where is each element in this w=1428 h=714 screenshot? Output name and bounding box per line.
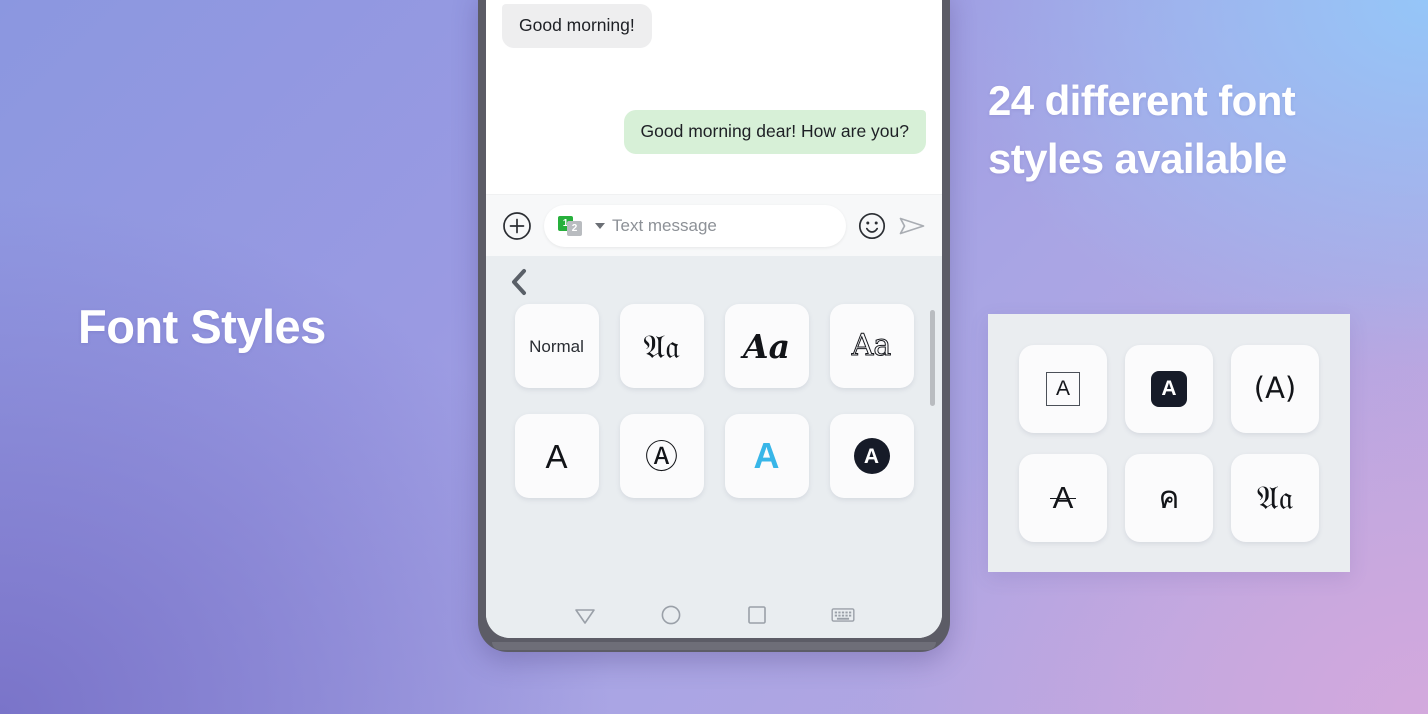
outgoing-message-bubble[interactable]: Good morning dear! How are you? bbox=[623, 109, 926, 154]
preview-tile-boxed-a[interactable]: A bbox=[1019, 344, 1107, 433]
preview-tile-glyph: A bbox=[1151, 370, 1187, 407]
sim2-badge: 2 bbox=[567, 220, 582, 236]
font-tile-outline[interactable]: Aa bbox=[829, 304, 914, 388]
sim-selector-icon[interactable]: 1 2 bbox=[558, 215, 588, 236]
preview-tile-glyph: (A) bbox=[1253, 371, 1297, 405]
preview-tile-struck-a[interactable]: A bbox=[1019, 453, 1107, 542]
preview-tile-glyph: 𝔄𝔞 bbox=[1256, 478, 1294, 517]
font-tile-circled-a[interactable]: Ⓐ bbox=[619, 414, 704, 498]
font-tile-script[interactable]: Aa bbox=[724, 304, 809, 388]
preview-tile-glyph: ค bbox=[1158, 480, 1180, 515]
font-tile-plain-a[interactable]: A bbox=[514, 414, 599, 498]
phone-screen: Good morning! Good morning dear! How are… bbox=[486, 0, 942, 638]
font-tile-fraktur[interactable]: 𝔄𝔞 bbox=[619, 304, 704, 388]
font-tile-glyph: A bbox=[753, 435, 780, 476]
font-tile-dark-circle-a[interactable]: A bbox=[829, 414, 914, 498]
keyboard-icon[interactable] bbox=[830, 602, 856, 628]
text-message-placeholder: Text message bbox=[612, 215, 717, 235]
font-tile-glyph: Normal bbox=[529, 336, 584, 356]
preview-tile-fraktur-aa[interactable]: 𝔄𝔞 bbox=[1231, 453, 1319, 542]
chevron-down-icon[interactable] bbox=[595, 222, 605, 229]
font-tile-glyph: A bbox=[545, 437, 568, 475]
plus-circle-icon[interactable] bbox=[502, 211, 532, 241]
send-icon[interactable] bbox=[898, 212, 926, 240]
font-tile-glyph: 𝔄𝔞 bbox=[643, 326, 680, 366]
right-headline: 24 different font styles available bbox=[988, 77, 1296, 182]
recents-square-icon[interactable] bbox=[744, 602, 770, 628]
message-row-incoming: Good morning! bbox=[502, 4, 926, 48]
chevron-left-icon[interactable] bbox=[506, 266, 532, 298]
poster-canvas: Font Styles 24 different font styles ava… bbox=[0, 0, 1428, 714]
text-message-field[interactable]: 1 2 Text message bbox=[544, 204, 846, 247]
back-triangle-icon[interactable] bbox=[572, 602, 598, 628]
font-tile-glyph: A bbox=[853, 438, 890, 474]
preview-tile-parenthesized-a[interactable]: (A) bbox=[1231, 344, 1319, 433]
message-input-bar: 1 2 Text message bbox=[486, 194, 942, 256]
left-headline: Font Styles bbox=[78, 300, 326, 353]
preview-tile-thai[interactable]: ค bbox=[1125, 453, 1213, 542]
android-navigation-bar bbox=[486, 592, 942, 638]
font-tile-glyph: Aa bbox=[743, 326, 790, 366]
phone-mockup: Good morning! Good morning dear! How are… bbox=[478, 0, 950, 652]
message-row-outgoing: Good morning dear! How are you? bbox=[502, 109, 926, 154]
font-grid-scrollbar[interactable] bbox=[930, 310, 935, 406]
preview-tile-filled-square-a[interactable]: A bbox=[1125, 344, 1213, 433]
font-style-grid: Normal 𝔄𝔞 Aa Aa A Ⓐ A A bbox=[486, 304, 942, 498]
smiley-icon[interactable] bbox=[858, 212, 886, 240]
font-tile-normal[interactable]: Normal bbox=[514, 304, 599, 388]
font-tile-blue-a[interactable]: A bbox=[724, 414, 809, 498]
home-circle-icon[interactable] bbox=[658, 602, 684, 628]
font-tile-glyph: Aa bbox=[851, 328, 892, 363]
font-style-panel: Normal 𝔄𝔞 Aa Aa A Ⓐ A A bbox=[486, 256, 942, 592]
font-tile-glyph: Ⓐ bbox=[645, 437, 678, 475]
font-preview-panel: A A (A) A ค 𝔄𝔞 bbox=[988, 314, 1350, 572]
conversation-area: Good morning! Good morning dear! How are… bbox=[486, 0, 942, 194]
incoming-message-bubble[interactable]: Good morning! bbox=[502, 4, 652, 48]
preview-tile-glyph: A bbox=[1046, 371, 1080, 406]
preview-tile-glyph: A bbox=[1049, 480, 1076, 515]
